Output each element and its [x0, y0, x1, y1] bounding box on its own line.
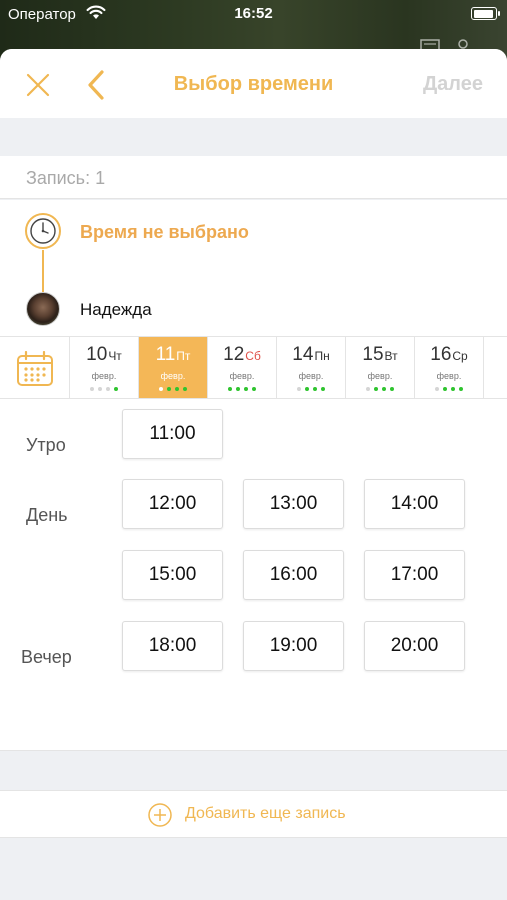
availability-dot — [244, 387, 248, 391]
date-month: февр. — [436, 371, 462, 381]
period-label: День — [26, 505, 68, 525]
date-month: февр. — [229, 371, 255, 381]
date-number: 16 — [430, 344, 452, 365]
time-slots: Утро 11:00 День 12:00 13:00 14:00 15:00 16:00 17… — [0, 399, 507, 751]
availability-dot — [236, 387, 240, 391]
availability-dot — [382, 387, 386, 391]
date-cell[interactable]: 10Чт февр. — [70, 337, 139, 398]
availability-dots — [139, 384, 207, 391]
booking-sheet: Выбор времени Далее Запись: 1 Время не в… — [0, 49, 507, 900]
availability-dot — [374, 387, 378, 391]
availability-dot — [435, 387, 439, 391]
date-weekday: Пт — [176, 349, 191, 363]
record-label: Запись: 1 — [26, 168, 106, 188]
time-slot-button[interactable]: 14:00 — [364, 479, 465, 529]
date-weekday: Чт — [108, 349, 122, 363]
date-number: 15 — [362, 344, 384, 365]
calendar-button[interactable] — [0, 337, 70, 398]
time-slot-button[interactable]: 18:00 — [122, 621, 223, 671]
date-day-label: 11Пт — [139, 344, 207, 366]
availability-dot — [459, 387, 463, 391]
navigation-bar: Выбор времени Далее — [0, 49, 507, 118]
master-name[interactable]: Надежда — [80, 300, 152, 320]
date-month: февр. — [367, 371, 393, 381]
date-cell[interactable]: 16Ср февр. — [415, 337, 484, 398]
date-weekday: Пн — [314, 349, 330, 363]
availability-dots — [346, 384, 414, 391]
battery-icon — [471, 7, 500, 20]
master-block: Время не выбрано Надежда — [0, 200, 507, 336]
date-number: 12 — [223, 344, 245, 365]
availability-dot — [451, 387, 455, 391]
availability-dots — [70, 384, 138, 391]
time-slot-button[interactable]: 19:00 — [243, 621, 344, 671]
date-day-label: 16Ср — [415, 344, 483, 366]
time-slot-button[interactable]: 13:00 — [243, 479, 344, 529]
availability-dot — [159, 387, 163, 391]
availability-dots — [277, 384, 345, 391]
date-cell[interactable]: 12Сб февр. — [208, 337, 277, 398]
period-label: Вечер — [21, 647, 72, 667]
availability-dot — [313, 387, 317, 391]
availability-dot — [175, 387, 179, 391]
availability-dot — [443, 387, 447, 391]
date-number: 10 — [86, 344, 108, 365]
time-slot-button[interactable]: 20:00 — [364, 621, 465, 671]
status-bar: Оператор 16:52 — [0, 0, 507, 30]
availability-dot — [366, 387, 370, 391]
time-slot-button[interactable]: 16:00 — [243, 550, 344, 600]
status-time: 16:52 — [234, 5, 273, 22]
availability-dot — [114, 387, 118, 391]
date-cell[interactable]: 11Пт февр. — [139, 337, 208, 398]
date-month: февр. — [160, 371, 186, 381]
timeline-connector — [42, 250, 44, 292]
availability-dot — [183, 387, 187, 391]
availability-dots — [208, 384, 276, 391]
availability-dot — [106, 387, 110, 391]
availability-dot — [390, 387, 394, 391]
availability-dot — [305, 387, 309, 391]
availability-dot — [167, 387, 171, 391]
date-strip[interactable]: 10Чт февр. 11Пт февр. 12Сб февр. 14Пн февр. 15Вт… — [0, 336, 507, 399]
date-day-label: 14Пн — [277, 344, 345, 366]
date-weekday: Ср — [452, 349, 468, 363]
date-day-label: 12Сб — [208, 344, 276, 366]
availability-dot — [297, 387, 301, 391]
date-day-label: 15Вт — [346, 344, 414, 366]
availability-dot — [252, 387, 256, 391]
date-cell[interactable]: 14Пн февр. — [277, 337, 346, 398]
time-slot-button[interactable]: 17:00 — [364, 550, 465, 600]
date-day-label: 10Чт — [70, 344, 138, 366]
date-month: февр. — [298, 371, 324, 381]
date-weekday: Сб — [245, 349, 261, 363]
time-status[interactable]: Время не выбрано — [80, 222, 249, 243]
availability-dot — [90, 387, 94, 391]
date-cell[interactable]: 15Вт февр. — [346, 337, 415, 398]
clock-icon — [24, 212, 62, 250]
date-month: февр. — [91, 371, 117, 381]
add-record-button[interactable]: Добавить еще запись — [0, 790, 507, 838]
date-day-label: 17 — [484, 344, 507, 366]
avatar — [26, 292, 60, 326]
record-row: Запись: 1 — [0, 156, 507, 199]
date-weekday: Вт — [384, 349, 398, 363]
time-slot-button[interactable]: 15:00 — [122, 550, 223, 600]
add-record-label: Добавить еще запись — [185, 805, 346, 822]
availability-dot — [98, 387, 102, 391]
time-slot-button[interactable]: 12:00 — [122, 479, 223, 529]
date-cell[interactable]: 17 — [484, 337, 507, 398]
period-label: Утро — [26, 435, 66, 455]
next-button[interactable]: Далее — [423, 73, 483, 96]
availability-dot — [228, 387, 232, 391]
date-number: 14 — [292, 344, 314, 365]
time-slot-button[interactable]: 11:00 — [122, 409, 223, 459]
availability-dots — [415, 384, 483, 391]
calendar-icon — [16, 350, 54, 392]
availability-dot — [321, 387, 325, 391]
plus-circle-icon — [148, 803, 172, 827]
date-number: 11 — [155, 344, 176, 365]
